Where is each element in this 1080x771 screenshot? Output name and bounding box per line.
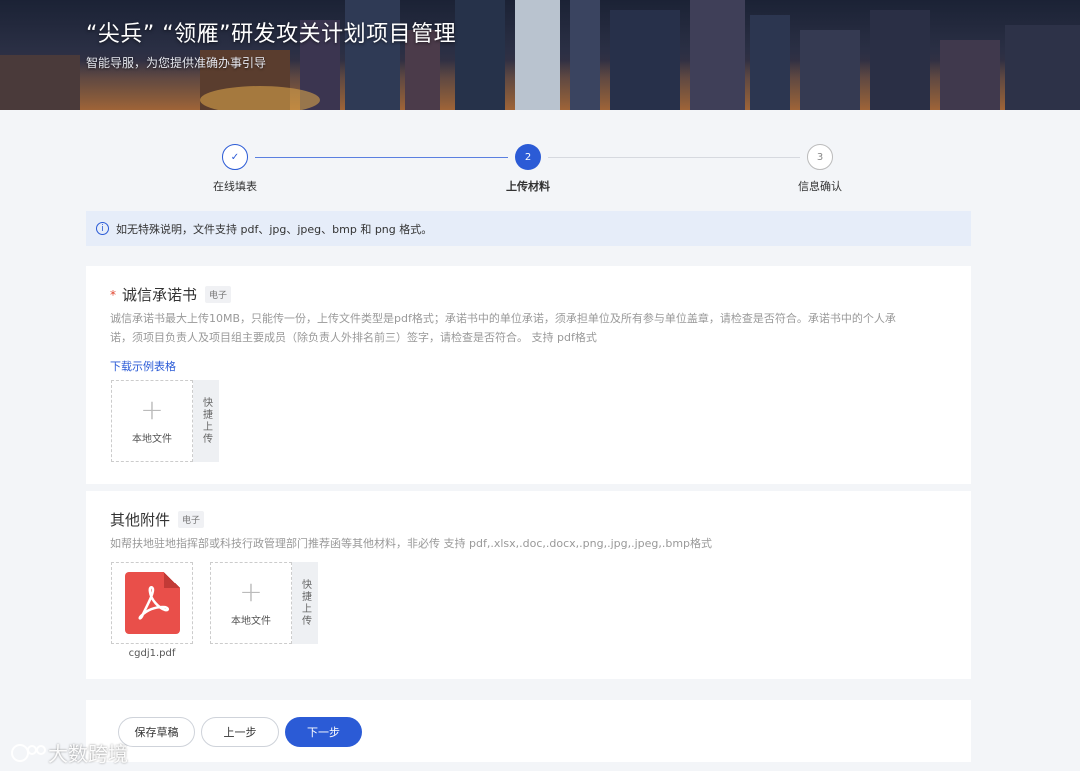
step-3-indicator: 3: [807, 144, 833, 170]
step-1-check-icon: ✓: [222, 144, 248, 170]
upload-label: 本地文件: [231, 615, 271, 627]
section-title-text: 其他附件: [110, 511, 171, 529]
section-description: 诚信承诺书最大上传10MB，只能传一份，上传文件类型是pdf格式；承诺书中的单位…: [110, 309, 896, 347]
header-banner: “尖兵” “领雁”研发攻关计划项目管理 智能导服，为您提供准确办事引导: [0, 0, 1080, 110]
next-step-button[interactable]: 下一步: [285, 717, 362, 747]
section-title-text: 诚信承诺书: [122, 286, 198, 304]
plus-icon: +: [239, 574, 263, 608]
step-3-label: 信息确认: [798, 180, 842, 193]
file-name: cgdj1.pdf: [128, 648, 176, 659]
step-1-label: 在线填表: [213, 180, 257, 193]
section-title: * 诚信承诺书 电子: [110, 284, 232, 305]
watermark: 大数跨境: [10, 738, 128, 767]
plus-icon: +: [140, 392, 164, 426]
info-icon: i: [96, 222, 109, 235]
description-line: 诺，须项目负责人及项目组主要成员（除负责人外排名前三）签字，请检查是否符合。 支…: [110, 331, 597, 344]
upload-label: 本地文件: [132, 433, 172, 445]
save-draft-button[interactable]: 保存草稿: [118, 717, 195, 747]
step-2-label: 上传材料: [506, 180, 550, 193]
description-line: 诚信承诺书最大上传10MB，只能传一份，上传文件类型是pdf格式；承诺书中的单位…: [110, 312, 896, 325]
page-title: “尖兵” “领雁”研发攻关计划项目管理: [86, 22, 457, 47]
pdf-file-icon: [124, 572, 180, 634]
step-2-indicator: 2: [515, 144, 541, 170]
info-text: 如无特殊说明，文件支持 pdf、jpg、jpeg、bmp 和 png 格式。: [116, 222, 433, 236]
electronic-tag: 电子: [178, 511, 205, 528]
step-connector: [255, 157, 508, 158]
action-bar: 保存草稿 上一步 下一步: [86, 700, 971, 762]
electronic-tag: 电子: [205, 286, 232, 303]
integrity-commitment-section: * 诚信承诺书 电子 诚信承诺书最大上传10MB，只能传一份，上传文件类型是pd…: [86, 266, 971, 484]
previous-step-button[interactable]: 上一步: [201, 717, 279, 747]
info-alert: i 如无特殊说明，文件支持 pdf、jpg、jpeg、bmp 和 png 格式。: [86, 211, 971, 246]
uploaded-file-thumbnail[interactable]: [111, 562, 193, 644]
local-file-upload[interactable]: + 本地文件: [210, 562, 292, 644]
download-template-link[interactable]: 下载示例表格: [110, 358, 176, 374]
section-title: 其他附件 电子: [110, 509, 205, 530]
required-mark: *: [110, 287, 116, 302]
step-connector: [548, 157, 800, 158]
watermark-text: 大数跨境: [48, 742, 128, 766]
local-file-upload[interactable]: + 本地文件: [111, 380, 193, 462]
progress-steps: ✓ 2 3 在线填表 上传材料 信息确认: [0, 110, 1080, 210]
watermark-logo-icon: [11, 743, 46, 762]
quick-upload-button[interactable]: 快捷上传: [193, 380, 219, 462]
section-description: 如帮扶地驻地指挥部或科技行政管理部门推荐函等其他材料，非必传 支持 pdf,.x…: [110, 537, 713, 550]
other-attachments-section: 其他附件 电子 如帮扶地驻地指挥部或科技行政管理部门推荐函等其他材料，非必传 支…: [86, 491, 971, 679]
page-subtitle: 智能导服，为您提供准确办事引导: [86, 56, 267, 70]
quick-upload-button[interactable]: 快捷上传: [292, 562, 318, 644]
